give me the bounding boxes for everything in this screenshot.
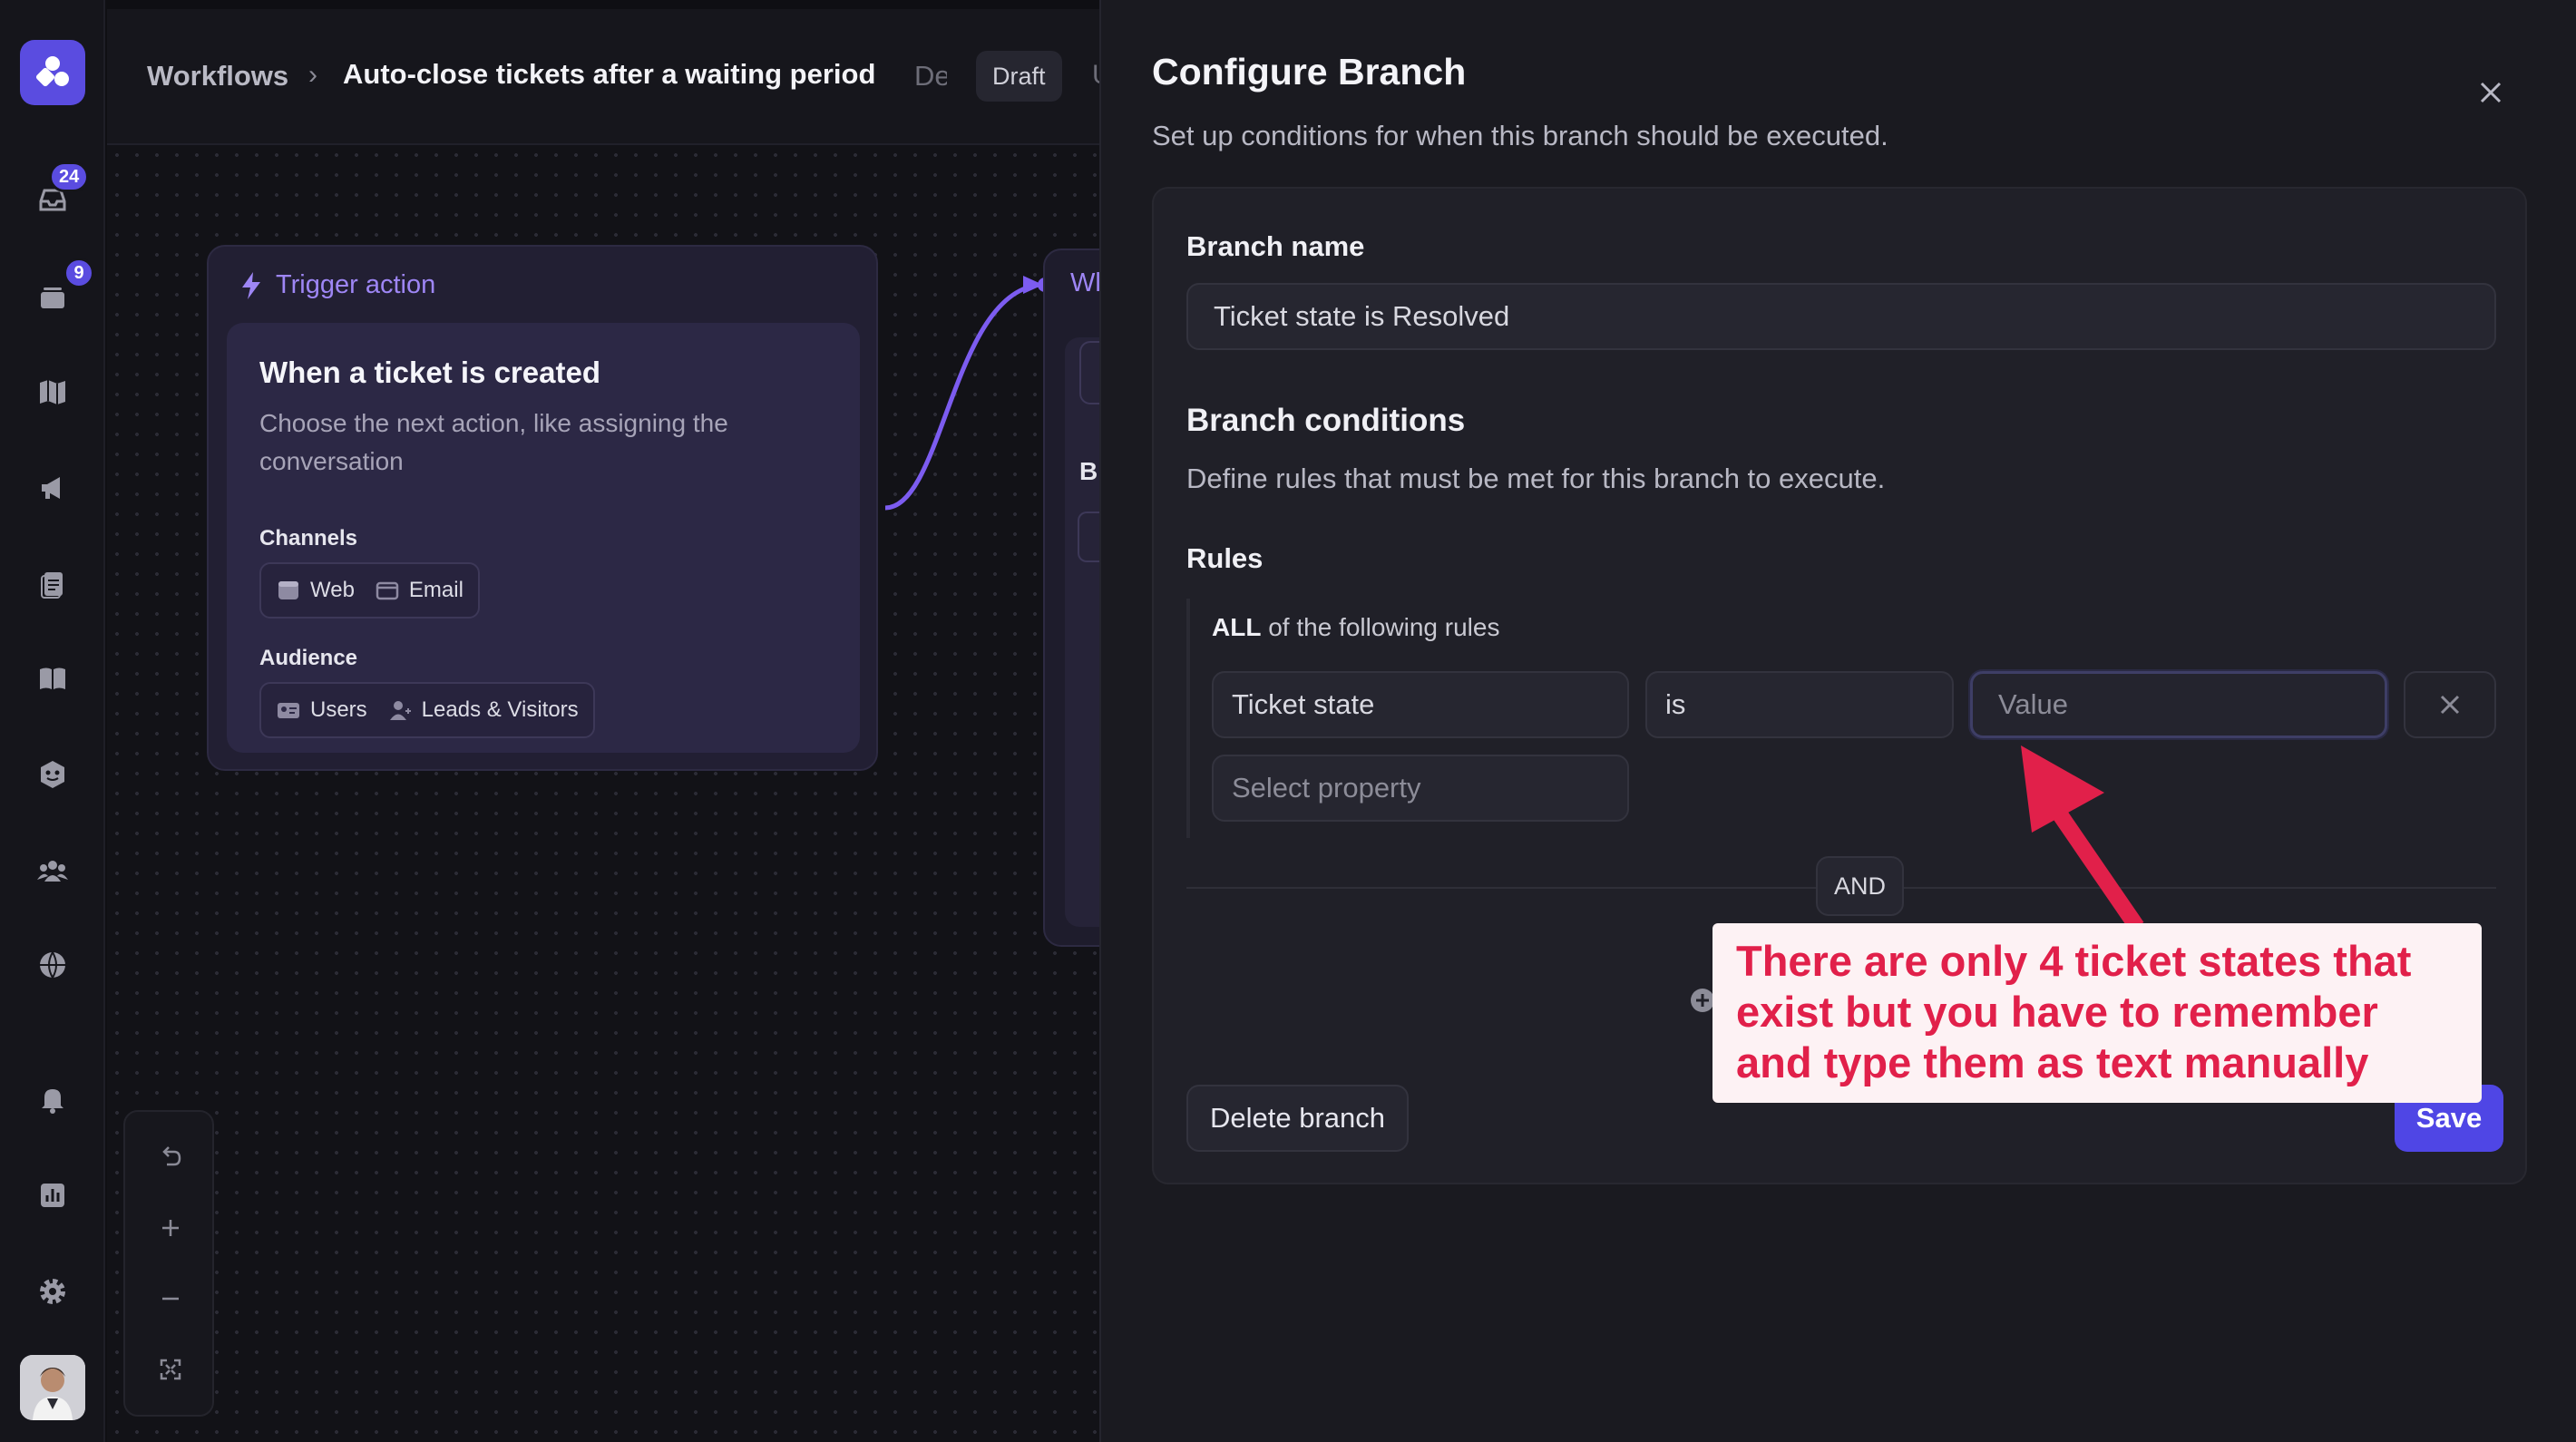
- rule-operator-select[interactable]: is: [1645, 671, 1954, 738]
- email-icon: [376, 581, 399, 600]
- people-icon[interactable]: [34, 853, 71, 889]
- close-icon[interactable]: [2471, 73, 2511, 112]
- branch-conditions-description: Define rules that must be met for this b…: [1186, 463, 1886, 494]
- workflow-header: Workflows › Auto-close tickets after a w…: [107, 9, 1112, 145]
- zoom-controls: [123, 1110, 214, 1417]
- globe-icon[interactable]: [34, 947, 71, 983]
- annotation-callout: There are only 4 ticket states that exis…: [1712, 923, 2482, 1103]
- branch-name-label: Branch name: [1186, 230, 1365, 262]
- avatar[interactable]: [20, 1355, 85, 1420]
- sidebar: 24 9: [0, 0, 105, 1442]
- trigger-node[interactable]: Trigger action When a ticket is created …: [207, 245, 878, 771]
- workflow-title[interactable]: Auto-close tickets after a waiting perio…: [343, 58, 875, 91]
- channel-web-label: Web: [310, 578, 355, 602]
- channel-email-label: Email: [408, 578, 463, 602]
- zoom-out-icon[interactable]: [152, 1281, 189, 1317]
- audience-chips: Users Leads & Visitors: [259, 682, 595, 738]
- visitor-icon: [389, 701, 411, 720]
- branch-conditions-title: Branch conditions: [1186, 403, 1466, 438]
- workflow-description[interactable]: De: [914, 60, 947, 93]
- audience-leads: Leads & Visitors: [387, 697, 579, 723]
- tickets-icon[interactable]: [34, 279, 71, 316]
- undo-icon[interactable]: [152, 1139, 189, 1175]
- rules-group-line: [1186, 599, 1190, 838]
- audience-leads-label: Leads & Visitors: [421, 697, 579, 722]
- zoom-in-icon[interactable]: [152, 1210, 189, 1246]
- rules-mode-all: ALL: [1212, 613, 1262, 641]
- channels-label: Channels: [259, 526, 358, 550]
- lightning-icon: [242, 271, 260, 299]
- trigger-title: When a ticket is created: [259, 356, 600, 389]
- logo-icon: [35, 56, 69, 87]
- bell-icon[interactable]: [34, 1081, 71, 1117]
- channel-email: Email: [375, 578, 463, 603]
- branch-node-header: Wl: [1070, 268, 1101, 297]
- rule-property-select[interactable]: Ticket state: [1212, 671, 1629, 738]
- select-property-input[interactable]: Select property: [1212, 755, 1629, 822]
- book-icon[interactable]: [34, 660, 71, 697]
- breadcrumb-workflows[interactable]: Workflows: [147, 60, 288, 93]
- trigger-description: Choose the next action, like assigning t…: [259, 409, 728, 475]
- drawer-subtitle: Set up conditions for when this branch s…: [1152, 120, 1888, 151]
- id-card-icon: [278, 703, 299, 718]
- delete-branch-button[interactable]: Delete branch: [1186, 1085, 1410, 1152]
- and-operator-pill[interactable]: AND: [1816, 856, 1905, 916]
- trigger-header: Trigger action: [239, 270, 435, 300]
- rules-mode: ALL of the following rules: [1212, 613, 1499, 642]
- configure-branch-drawer: Configure Branch Set up conditions for w…: [1099, 0, 2576, 1442]
- annotation-arrow: [2021, 745, 2144, 932]
- annotation-text: There are only 4 ticket states that exis…: [1736, 937, 2412, 1086]
- web-icon: [278, 581, 298, 599]
- bot-icon[interactable]: [34, 756, 71, 793]
- tickets-badge: 9: [63, 258, 94, 288]
- channels-chips: Web Email: [259, 562, 480, 619]
- remove-rule-button[interactable]: [2404, 671, 2496, 738]
- audience-label: Audience: [259, 646, 358, 670]
- fit-view-icon[interactable]: [152, 1351, 189, 1388]
- status-badge: Draft: [976, 51, 1062, 102]
- app-logo[interactable]: [20, 40, 85, 105]
- map-icon[interactable]: [34, 374, 71, 410]
- close-icon: [2440, 695, 2460, 715]
- avatar-image: [20, 1355, 85, 1420]
- trigger-header-label: Trigger action: [276, 270, 436, 299]
- rules-label: Rules: [1186, 542, 1264, 574]
- chart-icon[interactable]: [34, 1177, 71, 1213]
- node-connector: [884, 276, 1052, 511]
- inbox-badge: 24: [49, 161, 90, 192]
- branch-name-input[interactable]: Ticket state is Resolved: [1186, 283, 2496, 350]
- channel-web: Web: [276, 578, 355, 603]
- breadcrumb-separator: ›: [308, 60, 317, 90]
- reports-icon[interactable]: [34, 566, 71, 602]
- audience-users-label: Users: [310, 697, 367, 722]
- gear-icon[interactable]: [34, 1273, 71, 1310]
- drawer-title: Configure Branch: [1152, 51, 1467, 93]
- rules-mode-text: of the following rules: [1261, 613, 1500, 641]
- audience-users: Users: [276, 697, 367, 723]
- rule-value-input[interactable]: Value: [1970, 671, 2387, 738]
- trigger-content: When a ticket is created Choose the next…: [227, 323, 860, 753]
- megaphone-icon[interactable]: [34, 470, 71, 506]
